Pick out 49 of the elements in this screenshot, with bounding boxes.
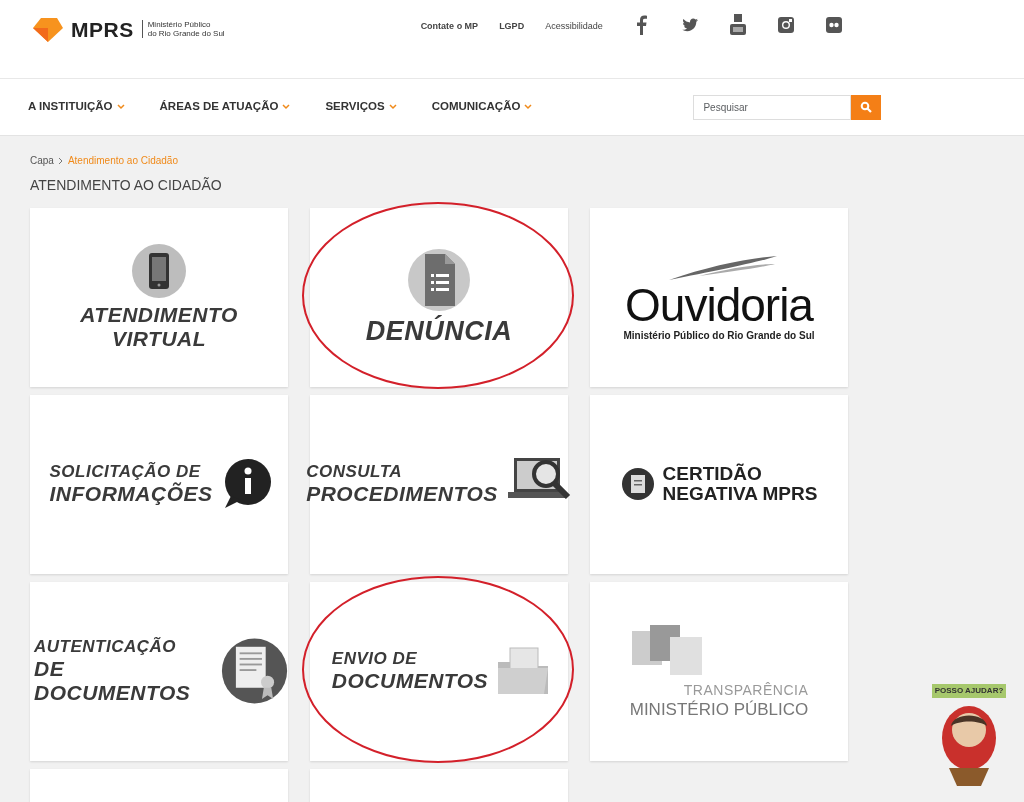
instagram-icon[interactable] xyxy=(776,15,795,35)
service-card[interactable]: CERTIDÃO NEGATIVA MPRS xyxy=(590,394,848,574)
search-icon xyxy=(860,101,873,113)
card-title: INFORMAÇÕES xyxy=(48,482,214,507)
chevron-down-icon xyxy=(524,104,533,110)
card-title: SOLICITAÇÃO DE xyxy=(48,462,202,482)
nav-link[interactable]: ÁREAS DE ATUAÇÃO xyxy=(159,98,279,116)
top-link[interactable]: LGPD xyxy=(499,20,525,34)
folder-document-icon xyxy=(496,646,551,697)
nav-link[interactable]: COMUNICAÇÃO xyxy=(431,98,521,116)
tablet-icon xyxy=(131,243,187,300)
logo-subtitle: Ministério Público xyxy=(147,19,212,29)
service-card[interactable]: AUTENTICAÇÃO DE DOCUMENTOS xyxy=(30,581,288,761)
top-link[interactable]: Acessibilidade xyxy=(545,20,603,34)
logo-subtitle: do Rio Grande do Sul xyxy=(147,29,225,39)
logo-text: MPRS xyxy=(71,18,134,40)
card-title: DE DOCUMENTOS xyxy=(33,656,192,706)
card-title: ATENDIMENTO VIRTUAL xyxy=(79,303,239,352)
chevron-down-icon xyxy=(388,104,397,110)
card-title: DOCUMENTOS xyxy=(330,669,490,694)
nav-link[interactable]: A INSTITUIÇÃO xyxy=(28,98,113,116)
service-card[interactable]: ATENDIMENTO VIRTUAL xyxy=(30,207,288,387)
help-label[interactable]: POSSO AJUDAR? xyxy=(931,684,1007,698)
nav-link[interactable]: SERVIÇOS xyxy=(325,98,385,116)
logo-subtitle: Ministério Público do Rio Grande do Sul xyxy=(623,328,815,343)
search-button[interactable] xyxy=(851,94,882,120)
card-title: DENÚNCIA xyxy=(364,315,514,347)
chevron-down-icon xyxy=(282,104,291,110)
chevron-right-icon xyxy=(57,156,64,165)
logo-icon xyxy=(33,16,63,42)
flickr-icon[interactable] xyxy=(824,15,843,35)
logo-text: MINISTÉRIO PÚBLICO xyxy=(629,700,809,718)
search-field[interactable]: Pesquisar xyxy=(693,94,852,120)
card-title: ENVIO DE xyxy=(330,649,419,669)
service-card[interactable]: Ouvidoria Ministério Público do Rio Grande do Sul xyxy=(590,207,848,387)
document-icon xyxy=(620,467,655,502)
document-icon xyxy=(407,247,471,312)
card-title: AUTENTICAÇÃO xyxy=(33,637,177,657)
card-title: CERTIDÃO xyxy=(662,464,763,485)
top-link[interactable]: Contate o MP xyxy=(420,20,479,34)
logo-text: TRANSPARÊNCIA xyxy=(683,680,809,700)
card-title: NEGATIVA MPRS xyxy=(662,484,818,505)
page-title: ATENDIMENTO AO CIDADÃO xyxy=(30,177,223,194)
breadcrumb-link[interactable]: Capa xyxy=(30,153,54,168)
breadcrumb-current: Atendimento ao Cidadão xyxy=(67,154,178,168)
chevron-down-icon xyxy=(116,104,125,110)
service-card[interactable]: TRANSPARÊNCIA MINISTÉRIO PÚBLICO xyxy=(590,581,848,761)
service-card[interactable]: SOLICITAÇÃO DE INFORMAÇÕES xyxy=(30,394,288,574)
logo-text: Ouvidoria xyxy=(625,281,813,328)
